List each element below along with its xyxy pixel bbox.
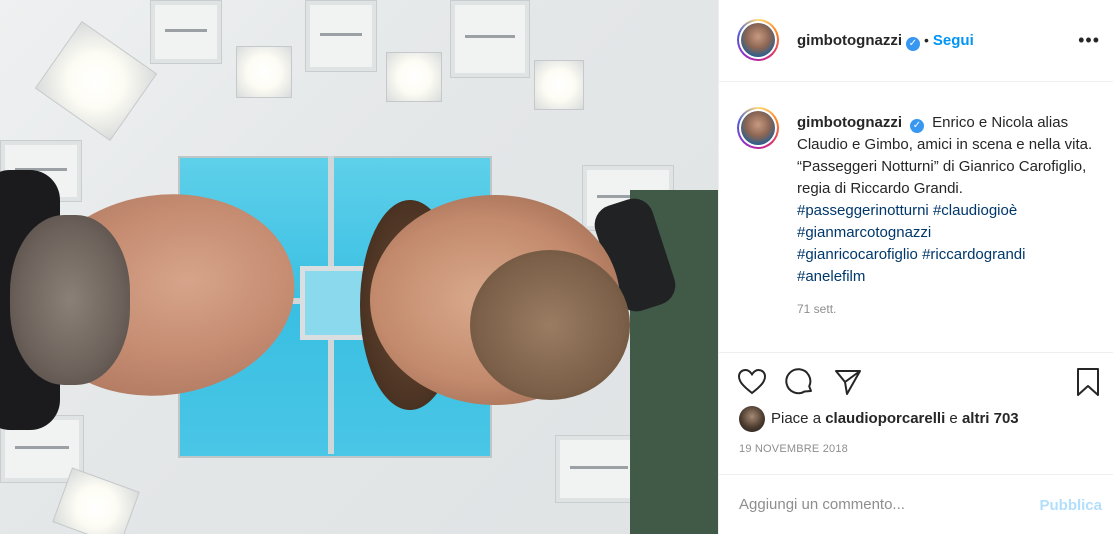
more-options-icon[interactable]: ••• [1078, 30, 1100, 51]
caption-age[interactable]: 71 sett. [797, 302, 836, 316]
hashtag-link[interactable]: #passeggerinotturni [797, 202, 929, 219]
post-sidebar: gimbotognazzi ✓ • Segui ••• gimbotognazzi ✓ … [718, 0, 1113, 534]
ceiling-lamp [534, 60, 584, 110]
publish-button[interactable]: Pubblica [1039, 497, 1102, 514]
liker-avatar[interactable] [739, 406, 765, 432]
ceiling-lamp [34, 21, 158, 141]
share-icon[interactable] [833, 367, 863, 397]
caption-username[interactable]: gimbotognazzi [797, 114, 902, 131]
ceiling-lamp [386, 52, 442, 102]
action-bar [719, 352, 1113, 407]
likes-count[interactable]: altri 703 [962, 410, 1019, 427]
comment-bar: Pubblica [719, 474, 1113, 535]
likes-prefix: Piace a [771, 410, 826, 427]
likes-conjunction: e [945, 410, 962, 427]
ceiling-lamp [236, 46, 292, 98]
author-username[interactable]: gimbotognazzi [797, 32, 902, 49]
caption-author-avatar[interactable] [737, 107, 779, 149]
hashtag-link[interactable]: #riccardograndi [922, 246, 1025, 263]
follow-button[interactable]: Segui [933, 32, 974, 49]
heart-icon[interactable] [737, 367, 767, 397]
verified-badge-icon: ✓ [906, 37, 920, 51]
person-right-beard [470, 250, 630, 400]
post-caption: gimbotognazzi ✓ Enrico e Nicola alias Cla… [797, 112, 1097, 288]
author-avatar[interactable] [737, 19, 779, 61]
post-header: gimbotognazzi ✓ • Segui ••• [719, 0, 1113, 82]
hashtag-link[interactable]: #gianmarcotognazzi [797, 224, 931, 241]
hashtag-link[interactable]: #claudiogioè [933, 202, 1017, 219]
ceiling-light-fixture [305, 0, 377, 72]
separator-dot: • [924, 32, 929, 48]
bookmark-icon[interactable] [1073, 367, 1103, 397]
author-line: gimbotognazzi ✓ • Segui [797, 32, 974, 51]
comment-icon[interactable] [785, 367, 815, 397]
comment-input[interactable] [739, 496, 1019, 513]
post-photo[interactable] [0, 0, 718, 534]
verified-badge-icon: ✓ [910, 119, 924, 133]
person-left-beard [10, 215, 130, 385]
post-date[interactable]: 19 NOVEMBRE 2018 [739, 443, 848, 455]
liker-username[interactable]: claudioporcarelli [825, 410, 945, 427]
hashtag-link[interactable]: #gianricocarofiglio [797, 246, 918, 263]
hashtag-link[interactable]: #anelefilm [797, 268, 865, 285]
ceiling-light-fixture [450, 0, 530, 78]
likes-text: Piace a claudioporcarelli e altri 703 [771, 410, 1019, 427]
ceiling-light-fixture [150, 0, 222, 64]
